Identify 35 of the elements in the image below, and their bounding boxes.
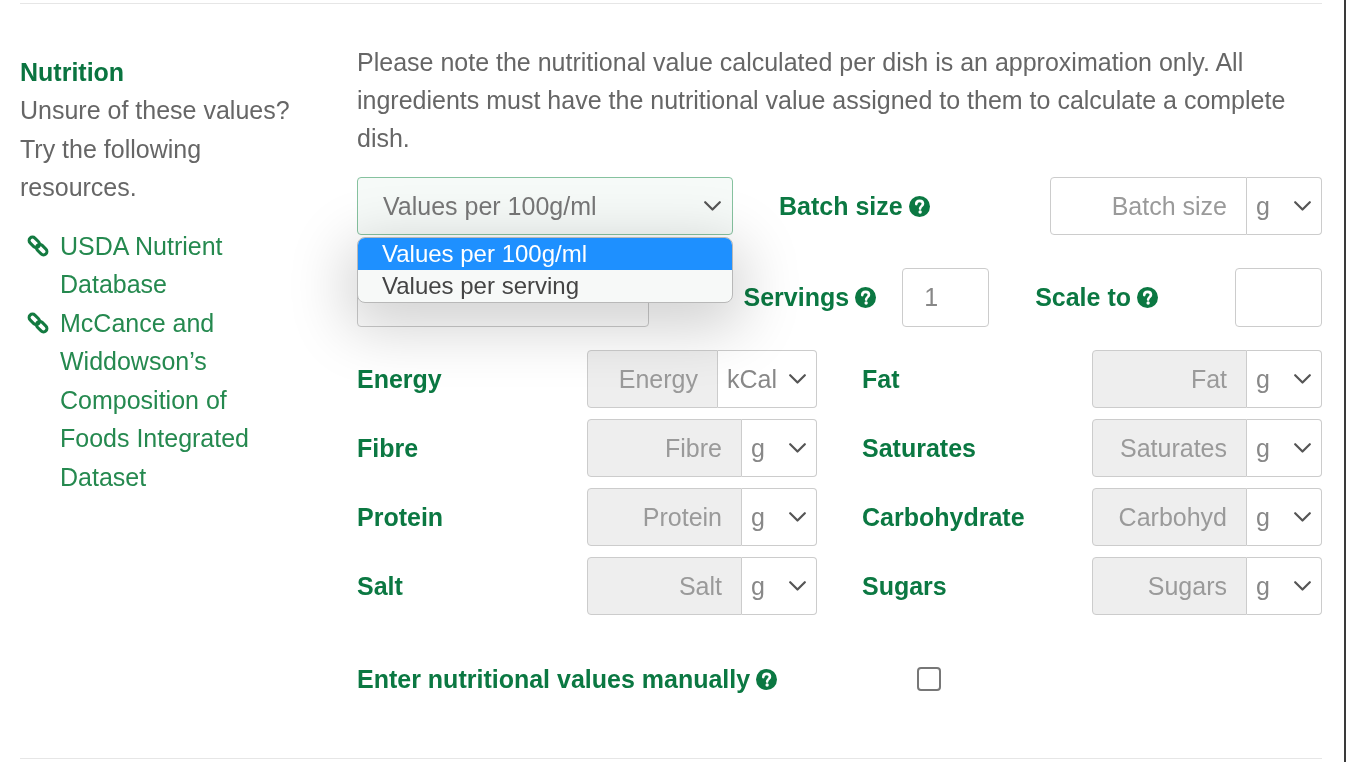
chevron-down-icon xyxy=(789,374,806,384)
scale-input[interactable] xyxy=(1235,268,1322,327)
number-input[interactable]: Batch size xyxy=(1050,177,1247,235)
chevron-down-icon xyxy=(1294,443,1311,453)
chevron-down-icon xyxy=(789,512,806,522)
field-label: Protein xyxy=(357,502,444,532)
field-label: Scale to xyxy=(1035,283,1131,312)
values-select[interactable]: Values per 100g/ml xyxy=(357,177,733,235)
checkbox[interactable] xyxy=(917,667,941,691)
field-label: Fibre xyxy=(357,433,419,463)
chevron-down-icon xyxy=(1294,201,1311,211)
servings-input[interactable]: 1 xyxy=(902,268,990,327)
field-label: Servings xyxy=(743,283,850,312)
section-title: Nutrition xyxy=(20,57,126,88)
field-label: Fat xyxy=(862,364,900,394)
chevron-down-icon xyxy=(704,201,721,211)
dropdown-option[interactable]: Values per serving xyxy=(358,270,732,302)
resource-link[interactable]: McCance and Widdowson’s Composition of Foods Integrated Dataset xyxy=(25,303,300,496)
field-label: Batch size xyxy=(779,191,903,221)
dropdown-option[interactable]: Values per 100g/ml xyxy=(358,238,732,270)
field-label: Sugars xyxy=(862,571,947,601)
field-label: Energy xyxy=(357,364,442,394)
field-label: Saturates xyxy=(862,433,976,463)
resource-link[interactable]: USDA Nutrient Database xyxy=(25,226,300,304)
notice-text: Please note the nutritional value calculated per dish is an approximation only. All ingredients must have the nutritional value assigned to them to calculate a complete dish. xyxy=(357,47,1287,154)
chevron-down-icon xyxy=(1294,512,1311,522)
chevron-down-icon xyxy=(789,443,806,453)
unit-select[interactable]: g xyxy=(1247,177,1322,235)
chevron-down-icon xyxy=(1294,374,1311,384)
field-label: Carbohydrate xyxy=(862,502,1025,532)
chevron-down-icon xyxy=(1294,581,1311,591)
field-label: Salt xyxy=(357,571,403,601)
field-label: Enter nutritional values manually xyxy=(357,664,751,694)
chevron-down-icon xyxy=(789,581,806,591)
help-text: Unsure of these values? Try the following resources. xyxy=(20,95,291,203)
